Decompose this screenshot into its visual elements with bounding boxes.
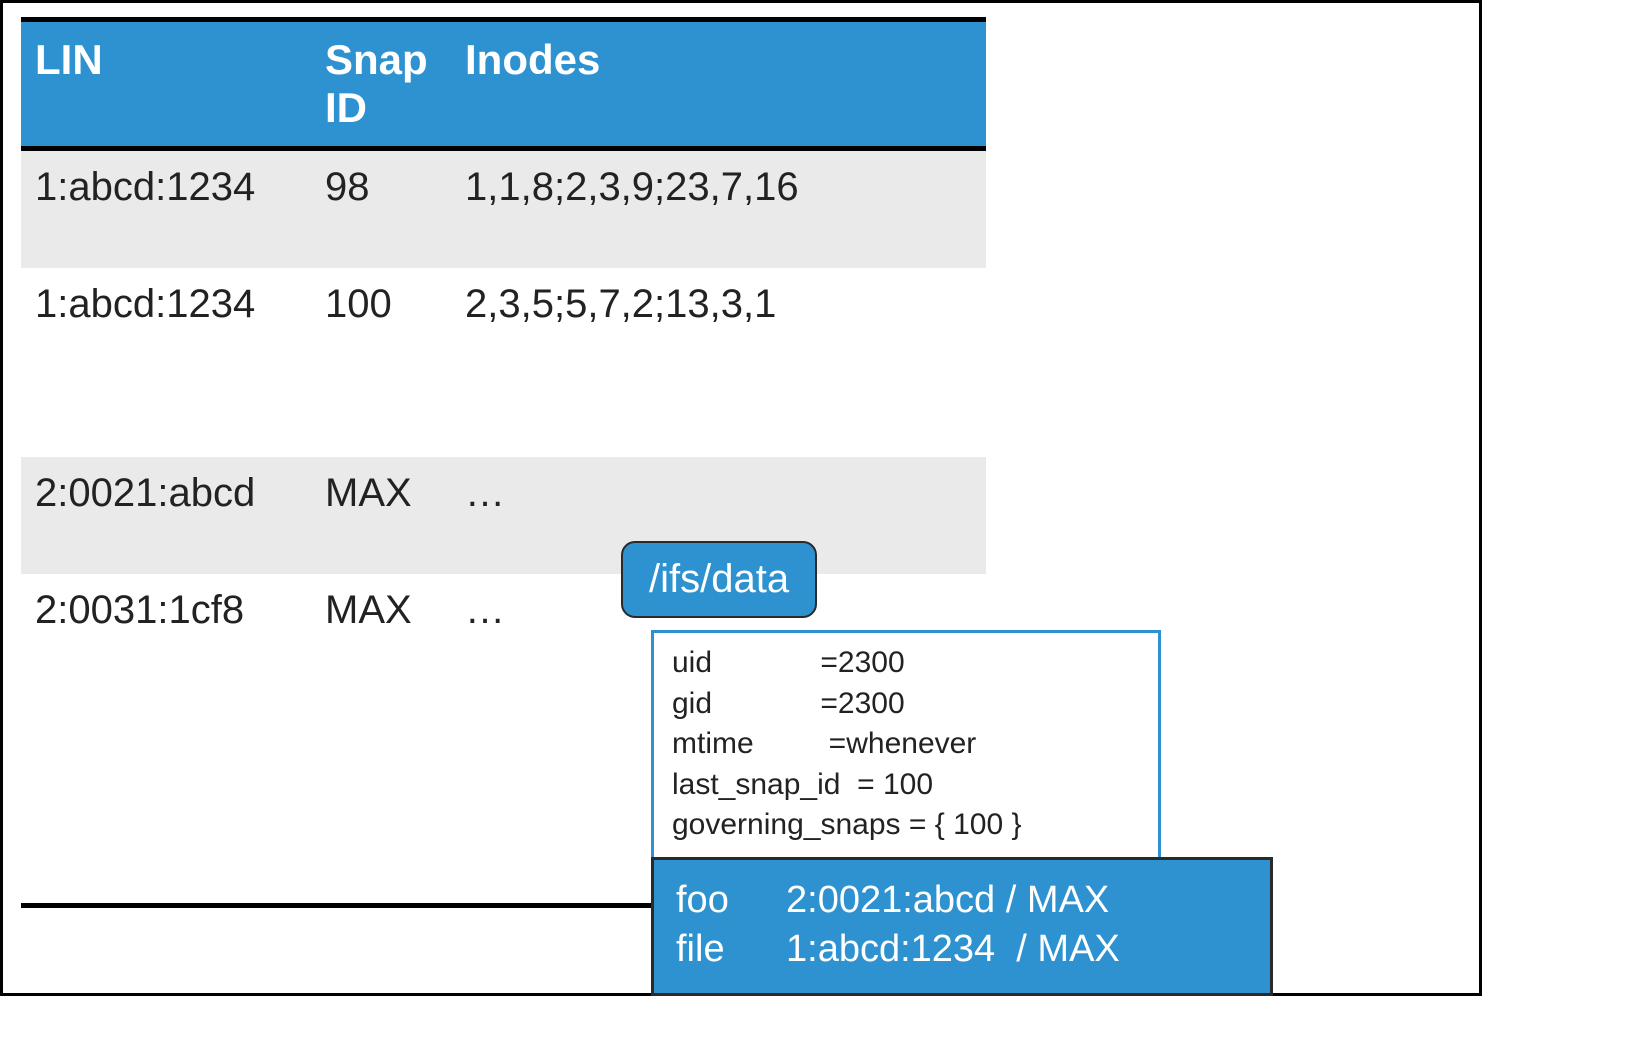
directory-entries-box: foo 2:0021:abcd / MAX file 1:abcd:1234 /…	[651, 857, 1273, 996]
metadata-row: mtime = whenever	[672, 724, 1140, 765]
metadata-sep: =	[901, 805, 935, 846]
cell-lin: 2:0031:1cf8	[21, 574, 311, 691]
metadata-key: gid	[672, 684, 712, 725]
dir-entry-name: foo	[676, 876, 786, 925]
metadata-row: gid = 2300	[672, 684, 1140, 725]
dir-entry-value: 2:0021:abcd / MAX	[786, 876, 1109, 925]
dir-entry-row: foo 2:0021:abcd / MAX	[676, 876, 1248, 925]
metadata-value: 2300	[838, 684, 905, 725]
metadata-sep: =	[840, 765, 883, 806]
metadata-sep: =	[712, 643, 838, 684]
lin-snap-table: LIN Snap ID Inodes 1:abcd:1234 98 1,1,8;…	[21, 17, 986, 691]
cell-lin: 1:abcd:1234	[21, 268, 311, 385]
table-row: 1:abcd:1234 100 2,3,5;5,7,2;13,3,1	[21, 268, 986, 385]
cell-lin: 2:0021:abcd	[21, 457, 311, 574]
dir-entry-row: file 1:abcd:1234 / MAX	[676, 925, 1248, 974]
metadata-value: 2300	[838, 643, 905, 684]
inode-metadata-box: uid = 2300 gid = 2300 mtime = whenever l…	[651, 630, 1161, 861]
metadata-row: uid = 2300	[672, 643, 1140, 684]
cell-snap: 100	[311, 268, 451, 385]
cell-lin: 1:abcd:1234	[21, 149, 311, 269]
table-row: 2:0021:abcd MAX …	[21, 457, 986, 574]
dir-entry-value: 1:abcd:1234 / MAX	[786, 925, 1120, 974]
metadata-sep: =	[754, 724, 847, 765]
metadata-row: governing_snaps = { 100 }	[672, 805, 1140, 846]
metadata-value: { 100 }	[935, 805, 1022, 846]
col-header-lin: LIN	[21, 20, 311, 149]
metadata-key: mtime	[672, 724, 754, 765]
metadata-value: whenever	[846, 724, 976, 765]
dir-entry-name: file	[676, 925, 786, 974]
cell-snap: 98	[311, 149, 451, 269]
cell-snap: MAX	[311, 457, 451, 574]
table-header-row: LIN Snap ID Inodes	[21, 20, 986, 149]
metadata-sep: =	[712, 684, 838, 725]
table-row: 1:abcd:1234 98 1,1,8;2,3,9;23,7,16	[21, 149, 986, 269]
metadata-row: last_snap_id = 100	[672, 765, 1140, 806]
cell-inodes: 1,1,8;2,3,9;23,7,16	[451, 149, 986, 269]
table-gap-row	[21, 385, 986, 457]
diagram-frame: LIN Snap ID Inodes 1:abcd:1234 98 1,1,8;…	[0, 0, 1482, 996]
metadata-key: uid	[672, 643, 712, 684]
cell-inodes: 2,3,5;5,7,2;13,3,1	[451, 268, 986, 385]
col-header-inodes: Inodes	[451, 20, 986, 149]
cell-snap: MAX	[311, 574, 451, 691]
path-badge: /ifs/data	[621, 541, 817, 618]
metadata-value: 100	[883, 765, 933, 806]
metadata-key: governing_snaps	[672, 805, 901, 846]
col-header-snap: Snap ID	[311, 20, 451, 149]
metadata-key: last_snap_id	[672, 765, 840, 806]
